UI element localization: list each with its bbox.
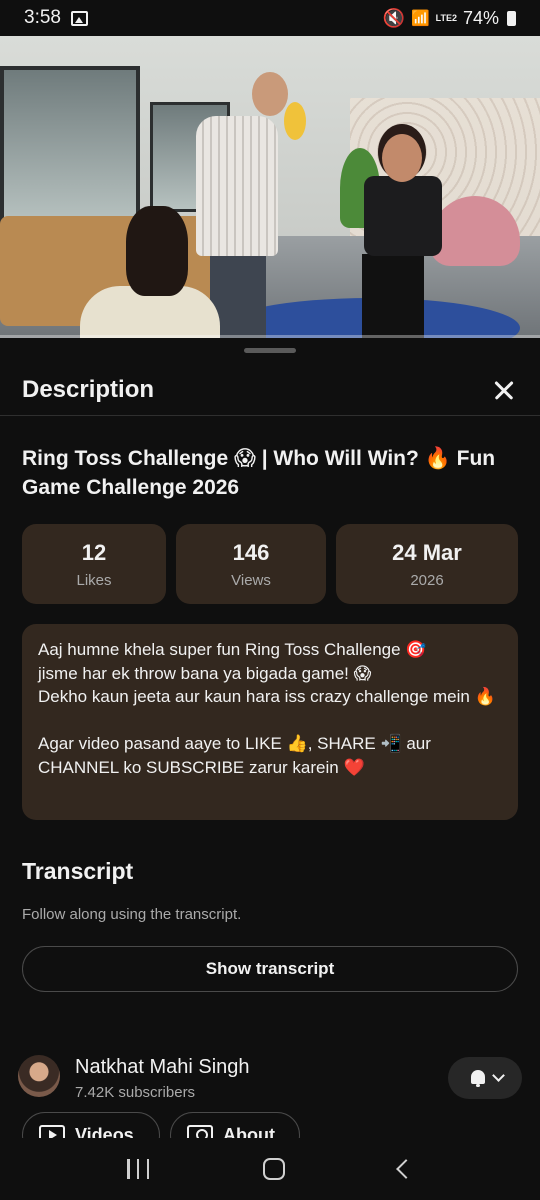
status-right: 🔇 📶 LTE2 74% [383,8,516,29]
upload-year: 2026 [410,571,444,589]
notification-bell-button[interactable] [448,1057,522,1099]
back-icon[interactable] [396,1159,416,1179]
recents-icon[interactable] [127,1159,149,1179]
video-player[interactable] [0,36,540,338]
system-nav-bar [0,1138,540,1200]
sheet-title: Description [22,375,155,403]
video-title: Ring Toss Challenge 😱 | Who Will Win? 🔥 … [22,447,496,499]
stats-row: 12 Likes 146 Views 24 Mar 2026 [22,524,518,604]
drag-handle[interactable] [244,348,296,353]
stat-likes: 12 Likes [22,524,166,604]
views-label: Views [231,571,271,589]
sheet-header: Description [0,364,540,416]
gallery-notification-icon [70,10,88,26]
bell-icon [468,1068,488,1088]
channel-chips: Videos About [22,1112,522,1138]
about-chip[interactable]: About [170,1112,300,1138]
stat-date: 24 Mar 2026 [336,524,518,604]
wifi-icon: 📶 [410,10,430,27]
show-transcript-button[interactable]: Show transcript [22,946,518,992]
avatar[interactable] [18,1055,60,1097]
home-icon[interactable] [263,1158,285,1180]
views-count: 146 [232,539,270,565]
upload-date: 24 Mar [392,539,462,565]
subscriber-count: 7.42K subscribers [75,1084,196,1101]
mute-icon: 🔇 [382,7,405,28]
status-time: 3:58 [24,7,61,28]
description-text: Aaj humne khela super fun Ring Toss Chal… [38,640,496,777]
about-icon [187,1125,213,1138]
status-bar: 3:58 🔇 📶 LTE2 74% [0,0,540,36]
battery-percent: 74% [462,7,499,28]
description-sheet: Description Ring Toss Challenge 😱 | Who … [0,338,540,1138]
network-label: LTE2 [435,13,457,23]
transcript-subtitle: Follow along using the transcript. [22,906,242,923]
about-chip-label: About [223,1125,275,1138]
chevron-down-icon [491,1069,505,1082]
likes-count: 12 [81,539,107,565]
videos-chip-label: Videos [75,1125,134,1138]
transcript-title: Transcript [22,858,134,884]
channel-row[interactable]: Natkhat Mahi Singh 7.42K subscribers [0,1050,540,1110]
description-box: Aaj humne khela super fun Ring Toss Chal… [22,624,518,820]
play-icon [39,1125,65,1138]
close-icon[interactable] [488,375,518,405]
likes-label: Likes [76,571,112,589]
battery-icon [507,10,516,26]
stat-views: 146 Views [176,524,326,604]
videos-chip[interactable]: Videos [22,1112,160,1138]
channel-name[interactable]: Natkhat Mahi Singh [75,1056,250,1079]
